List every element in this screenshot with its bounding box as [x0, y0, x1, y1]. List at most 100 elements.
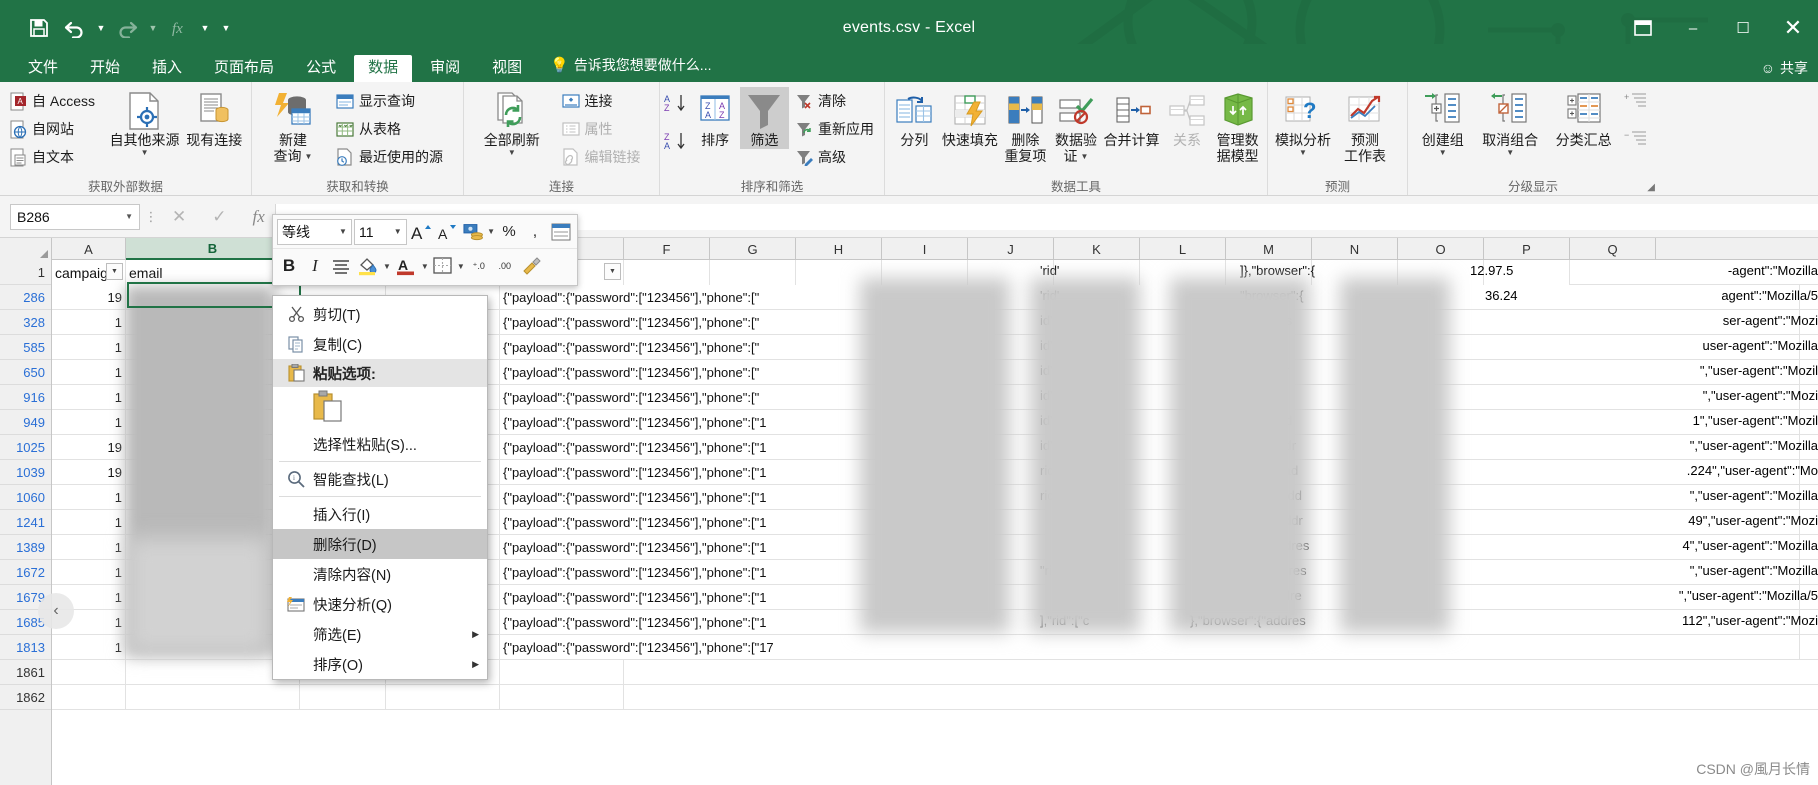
- show-queries-button[interactable]: 显示查询: [330, 87, 454, 115]
- cell-E[interactable]: [500, 660, 624, 685]
- consolidate-button[interactable]: 合并计算: [1101, 87, 1161, 149]
- select-all-corner[interactable]: [0, 238, 52, 260]
- row-headers[interactable]: 1 286 328 585 650 916 949 1025 1039 1060…: [0, 260, 52, 785]
- percent-style-button[interactable]: %: [497, 219, 521, 245]
- ribbon-display-options-icon[interactable]: [1618, 8, 1668, 48]
- connections-button[interactable]: 连接: [556, 87, 655, 115]
- cell-E[interactable]: [500, 685, 624, 710]
- cell-E[interactable]: {"payload":{"password":["123456"],"phone…: [500, 560, 1800, 585]
- cell-E[interactable]: {"payload":{"password":["123456"],"phone…: [500, 535, 1800, 560]
- context-menu-item-paste-special[interactable]: 选择性粘贴(S)...: [273, 429, 487, 459]
- chevron-down-icon[interactable]: ▼: [305, 153, 313, 161]
- cell-B[interactable]: [126, 685, 300, 710]
- context-menu-item-sort[interactable]: 排序(O) ▶: [273, 649, 487, 679]
- context-menu-item-cut[interactable]: 剪切(T): [273, 299, 487, 329]
- minimize-button[interactable]: –: [1668, 8, 1718, 48]
- formula-dropdown-caret[interactable]: ▼: [198, 11, 212, 45]
- tab-review[interactable]: 审阅: [416, 55, 474, 82]
- chevron-down-icon[interactable]: ▼: [141, 148, 149, 156]
- increase-font-size-button[interactable]: A: [409, 219, 433, 245]
- from-web-button[interactable]: 自网站: [4, 115, 108, 143]
- decrease-decimal-button[interactable]: .00: [493, 253, 517, 279]
- customize-icon[interactable]: ▼: [214, 11, 238, 45]
- redo-dropdown-caret[interactable]: ▼: [146, 11, 160, 45]
- tab-formulas[interactable]: 公式: [292, 55, 350, 82]
- context-menu-item-copy[interactable]: 复制(C): [273, 329, 487, 359]
- what-if-analysis-button[interactable]: ? 模拟分析 ▼: [1272, 87, 1334, 156]
- from-access-button[interactable]: A 自 Access: [4, 87, 108, 115]
- undo-dropdown-caret[interactable]: ▼: [94, 11, 108, 45]
- mini-format-toolbar[interactable]: 等线 ▼ 11 ▼ A A ▼ % , B I ▼ A ▼ ▼ ⁺.0 .00: [272, 214, 578, 286]
- cell-A[interactable]: 1: [52, 335, 126, 360]
- remove-duplicates-button[interactable]: 删除 重复项: [1000, 87, 1051, 164]
- subtotal-button[interactable]: 分类汇总: [1547, 87, 1620, 149]
- cell-D[interactable]: [386, 685, 500, 710]
- share-button[interactable]: ☺ 共享: [1761, 58, 1808, 78]
- cell-A[interactable]: 1: [52, 560, 126, 585]
- formula-icon[interactable]: fx: [162, 11, 196, 45]
- sort-button[interactable]: ZAAZ 排序: [691, 87, 740, 149]
- cell-A[interactable]: [52, 660, 126, 685]
- row-header-1039[interactable]: 1039: [0, 460, 51, 485]
- header-cell-L[interactable]: [1140, 260, 1226, 285]
- tab-page-layout[interactable]: 页面布局: [200, 55, 288, 82]
- cell-E[interactable]: {"payload":{"password":["123456"],"phone…: [500, 635, 1800, 660]
- header-cell-J[interactable]: [968, 260, 1054, 285]
- row-header-1672[interactable]: 1672: [0, 560, 51, 585]
- row-header-328[interactable]: 328: [0, 310, 51, 335]
- cell-A[interactable]: 19: [52, 460, 126, 485]
- header-cell-N[interactable]: [1312, 260, 1398, 285]
- cell-A[interactable]: 1: [52, 360, 126, 385]
- row-header-650[interactable]: 650: [0, 360, 51, 385]
- format-painter-icon[interactable]: [519, 253, 543, 279]
- row-header-1[interactable]: 1: [0, 260, 51, 285]
- font-name-selector[interactable]: 等线 ▼: [277, 218, 352, 245]
- advanced-filter-button[interactable]: 高级: [789, 143, 880, 171]
- column-header-M[interactable]: M: [1226, 238, 1312, 260]
- fx-icon[interactable]: fx: [253, 207, 265, 227]
- check-icon[interactable]: ✓: [212, 207, 226, 227]
- row-header-286[interactable]: 286: [0, 285, 51, 310]
- header-cell-M[interactable]: [1226, 260, 1312, 285]
- cell-E[interactable]: {"payload":{"password":["123456"],"phone…: [500, 285, 1800, 310]
- cell-A[interactable]: 1: [52, 385, 126, 410]
- column-header-L[interactable]: L: [1140, 238, 1226, 260]
- maximize-button[interactable]: ☐: [1718, 8, 1768, 48]
- cell-A[interactable]: 1: [52, 510, 126, 535]
- cancel-icon[interactable]: ✕: [172, 207, 186, 227]
- ungroup-button[interactable]: 取消组合 ▼: [1474, 87, 1547, 156]
- cell-A[interactable]: 1: [52, 410, 126, 435]
- from-other-sources-button[interactable]: 自其他来源 ▼: [108, 87, 182, 156]
- align-icon[interactable]: [329, 253, 353, 279]
- column-header-I[interactable]: I: [882, 238, 968, 260]
- new-query-button[interactable]: 新建 查询 ▼: [256, 87, 330, 164]
- cell-E[interactable]: {"payload":{"password":["123456"],"phone…: [500, 585, 1800, 610]
- cell-E[interactable]: {"payload":{"password":["123456"],"phone…: [500, 485, 1800, 510]
- show-detail-button[interactable]: +: [1620, 89, 1654, 111]
- column-header-O[interactable]: O: [1398, 238, 1484, 260]
- tab-insert[interactable]: 插入: [138, 55, 196, 82]
- properties-button[interactable]: 属性: [556, 115, 655, 143]
- header-cell-K[interactable]: [1054, 260, 1140, 285]
- column-header-Q[interactable]: Q: [1570, 238, 1656, 260]
- refresh-all-button[interactable]: 全部刷新 ▼: [468, 87, 556, 156]
- name-box[interactable]: B286 ▼: [10, 203, 140, 230]
- cell-A[interactable]: 1: [52, 485, 126, 510]
- cell-A[interactable]: 1: [52, 635, 126, 660]
- context-menu-item-quick-analysis[interactable]: 快速分析(Q): [273, 589, 487, 619]
- tab-home[interactable]: 开始: [76, 55, 134, 82]
- sort-ascending-button[interactable]: AZ: [664, 91, 691, 115]
- column-header-K[interactable]: K: [1054, 238, 1140, 260]
- row-header-1862[interactable]: 1862: [0, 685, 51, 710]
- outline-dialog-launcher[interactable]: ◢: [1647, 182, 1655, 193]
- row-header-1389[interactable]: 1389: [0, 535, 51, 560]
- cell-E[interactable]: {"payload":{"password":["123456"],"phone…: [500, 335, 1800, 360]
- row-header-1025[interactable]: 1025: [0, 435, 51, 460]
- borders-dropdown-caret[interactable]: ▼: [457, 262, 465, 271]
- chevron-down-icon[interactable]: ▼: [1506, 148, 1514, 156]
- borders-icon[interactable]: [431, 253, 455, 279]
- chevron-down-icon[interactable]: ▼: [394, 227, 402, 236]
- cell-E[interactable]: {"payload":{"password":["123456"],"phone…: [500, 360, 1800, 385]
- header-cell-O[interactable]: [1398, 260, 1484, 285]
- chevron-down-icon[interactable]: ▼: [339, 227, 347, 236]
